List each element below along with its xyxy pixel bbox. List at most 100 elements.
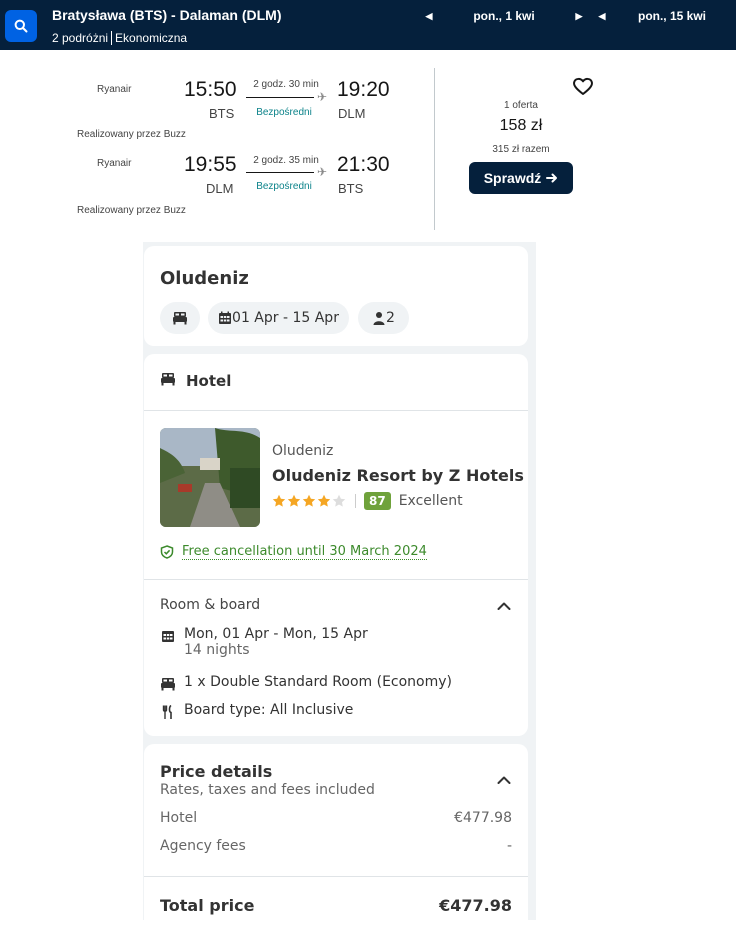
price-line-label: Hotel (160, 810, 198, 826)
search-header: Bratysława (BTS) - Dalaman (DLM) 2 podró… (0, 0, 736, 50)
hotel-section-title: Hotel (186, 372, 232, 390)
guests-chip-label: 2 (386, 310, 395, 326)
price-line-fees: Agency fees - (160, 838, 512, 854)
calendar-icon (219, 311, 232, 324)
price-details-card: Price details Rates, taxes and fees incl… (144, 744, 528, 934)
stay-dates: Mon, 01 Apr - Mon, 15 Apr 14 nights (160, 626, 368, 658)
outbound-depart-time: 15:50 (184, 78, 237, 101)
accommodation-chip[interactable] (160, 302, 200, 334)
board-type: Board type: All Inclusive (160, 702, 353, 719)
card-divider (434, 68, 435, 230)
trip-details[interactable]: 2 podróżni Ekonomiczna (52, 31, 187, 45)
route-title[interactable]: Bratysława (BTS) - Dalaman (DLM) (52, 7, 281, 23)
offer-count: 1 oferta (504, 100, 538, 111)
check-deal-button[interactable]: Sprawdź (469, 162, 573, 194)
hotel-name[interactable]: Oludeniz Resort by Z Hotels (272, 466, 524, 485)
star-icon (287, 494, 301, 507)
price-line-value: €477.98 (454, 810, 512, 826)
return-date-nav: ◀ pon., 15 kwi (596, 9, 736, 23)
guests-chip[interactable]: 2 (358, 302, 409, 334)
star-icon (332, 494, 346, 507)
plane-icon: ✈ (317, 165, 328, 179)
depart-date[interactable]: pon., 1 kwi (435, 9, 573, 23)
inbound-arrive-time: 21:30 (337, 153, 390, 176)
package-panel: Oludeniz 01 Apr - 15 Apr 2 Hotel Oludeni… (143, 242, 536, 934)
person-icon (373, 312, 385, 325)
hotel-location: Oludeniz (272, 443, 334, 459)
calendar-icon (160, 626, 176, 643)
free-cancellation: Free cancellation until 30 March 2024 (160, 544, 427, 560)
cutlery-icon (160, 702, 176, 719)
outbound-arrive-time: 19:20 (337, 78, 390, 101)
outbound-airline: Ryanair (97, 84, 132, 95)
price-line-value: - (506, 838, 512, 854)
review-score-label: Excellent (398, 493, 463, 509)
arrow-right-icon[interactable]: ▶ (573, 11, 585, 22)
inbound-stops: Bezpośredni (256, 181, 312, 192)
room-type-text: 1 x Double Standard Room (Economy) (184, 674, 453, 690)
search-button[interactable] (5, 10, 37, 42)
check-deal-label: Sprawdź (483, 170, 542, 186)
star-rating (272, 494, 347, 508)
outbound-stops: Bezpośredni (256, 107, 312, 118)
hotel-photo[interactable] (160, 428, 260, 527)
search-icon (14, 19, 28, 33)
price-line-label: Agency fees (160, 838, 246, 854)
outbound-duration: 2 godz. 30 min (253, 79, 319, 90)
hotel-card: Hotel Oludeniz Oludeniz Resort by Z Hote… (144, 354, 528, 736)
divider (144, 876, 528, 877)
offer-total: 315 zł razem (492, 144, 550, 155)
destination-card: Oludeniz 01 Apr - 15 Apr 2 (144, 246, 528, 346)
heart-icon (573, 77, 593, 95)
total-price-value: €477.98 (439, 896, 512, 915)
free-cancellation-text[interactable]: Free cancellation until 30 March 2024 (182, 544, 427, 560)
review-score-badge: 87 (364, 492, 391, 510)
inbound-airline: Ryanair (97, 158, 132, 169)
arrow-left-icon[interactable]: ◀ (423, 11, 435, 22)
arrow-left-icon[interactable]: ◀ (596, 11, 608, 22)
divider (111, 31, 113, 45)
destination-title: Oludeniz (160, 268, 249, 289)
shield-check-icon (160, 545, 174, 559)
inbound-depart-time: 19:55 (184, 153, 237, 176)
dates-chip-label: 01 Apr - 15 Apr (232, 310, 339, 326)
flight-result-card[interactable]: Ryanair 15:50 BTS 2 godz. 30 min ✈ Bezpo… (0, 50, 736, 242)
star-icon (302, 494, 316, 507)
depart-date-nav: ◀ pon., 1 kwi ▶ (423, 9, 585, 23)
dates-chip[interactable]: 01 Apr - 15 Apr (208, 302, 349, 334)
price-line-hotel: Hotel €477.98 (160, 810, 512, 826)
star-icon (317, 494, 331, 507)
offer-price: 158 zł (499, 117, 543, 134)
return-date[interactable]: pon., 15 kwi (608, 9, 736, 23)
flight-line (246, 172, 314, 173)
divider (144, 579, 528, 580)
chevron-up-icon (497, 602, 511, 610)
save-favourite-button[interactable] (571, 74, 595, 98)
inbound-duration: 2 godz. 35 min (253, 155, 319, 166)
inbound-arrive-code: BTS (338, 181, 364, 196)
price-details-toggle[interactable] (496, 772, 512, 788)
outbound-arrive-code: DLM (338, 106, 366, 121)
bed-icon (160, 674, 176, 691)
stay-nights: 14 nights (184, 642, 250, 658)
hotel-section-header: Hotel (160, 372, 231, 390)
hotel-rating: 87 Excellent (272, 492, 463, 510)
outbound-depart-code: BTS (209, 106, 235, 121)
bed-icon (173, 312, 187, 325)
divider (144, 410, 528, 411)
divider (355, 494, 356, 508)
price-details-subtitle: Rates, taxes and fees included (160, 782, 375, 798)
flight-line (246, 97, 314, 98)
plane-icon: ✈ (317, 90, 328, 104)
total-price-label: Total price (160, 896, 255, 915)
board-type-text: Board type: All Inclusive (184, 702, 354, 718)
inbound-depart-code: DLM (206, 181, 234, 196)
room-type: 1 x Double Standard Room (Economy) (160, 674, 452, 691)
bed-icon (160, 372, 176, 390)
chevron-up-icon (497, 776, 511, 784)
room-board-label: Room & board (160, 597, 261, 613)
outbound-operated-by: Realizowany przez Buzz (77, 129, 186, 140)
price-details-title: Price details (160, 762, 273, 781)
room-board-toggle[interactable] (496, 598, 512, 614)
star-icon (272, 494, 286, 507)
